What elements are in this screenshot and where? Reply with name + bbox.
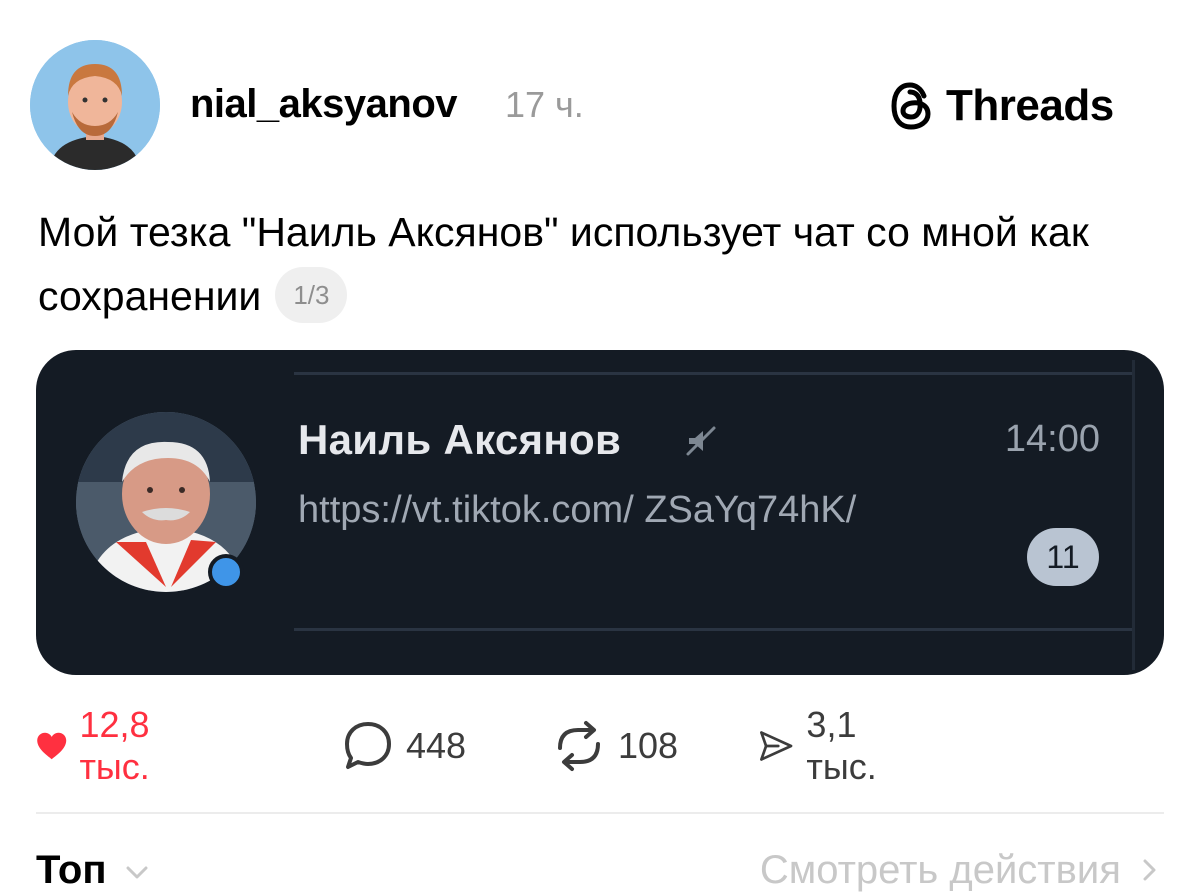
comment-icon [345,722,391,769]
section-divider [36,812,1164,814]
comment-count: 448 [406,725,467,766]
repost-count: 108 [618,725,679,766]
card-separator-top [294,372,1132,375]
sort-dropdown[interactable]: Топ [36,848,150,893]
online-status-dot [208,554,244,590]
share-icon [760,731,793,761]
share-count: 3,1 тыс. [806,704,877,787]
view-activity-link[interactable]: Смотреть действия [760,848,1160,893]
chat-time: 14:00 [1004,418,1100,460]
mute-icon [686,426,716,456]
repost-button[interactable]: 108 [552,718,678,774]
post-text: Мой тезка "Наиль Аксянов" использует чат… [38,200,1168,328]
attached-image[interactable]: Наиль Аксянов 14:00 https://vt.tiktok.co… [36,350,1164,675]
author-username[interactable]: nial_aksyanov [190,82,458,127]
chevron-down-icon [126,866,148,879]
sort-label: Топ [36,848,107,892]
like-count: 12,8 тыс. [79,704,150,787]
heart-icon [37,732,67,760]
post-body: Мой тезка "Наиль Аксянов" использует чат… [38,209,1089,319]
share-button[interactable]: 3,1 тыс. [758,704,894,787]
like-button[interactable]: 12,8 тыс. [36,704,170,787]
author-avatar-image [30,40,160,170]
chat-last-message: https://vt.tiktok.com/ ZSaYq74hK/ [298,489,857,531]
post-time: 17 ч. [505,84,584,125]
unread-count-badge: 11 [1027,528,1099,586]
chevron-right-icon [1143,859,1156,881]
comment-button[interactable]: 448 [342,718,466,774]
repost-icon [558,721,600,771]
threads-logo-icon [891,82,931,130]
author-avatar[interactable] [30,40,160,170]
page-indicator-badge: 1/3 [275,267,348,324]
threads-brand: Threads [888,80,1114,132]
view-activity-label: Смотреть действия [759,848,1121,892]
chat-contact-name: Наиль Аксянов [298,416,622,463]
card-separator-bottom [294,628,1132,631]
card-edge-line [1132,360,1135,670]
threads-brand-label: Threads [946,81,1114,130]
